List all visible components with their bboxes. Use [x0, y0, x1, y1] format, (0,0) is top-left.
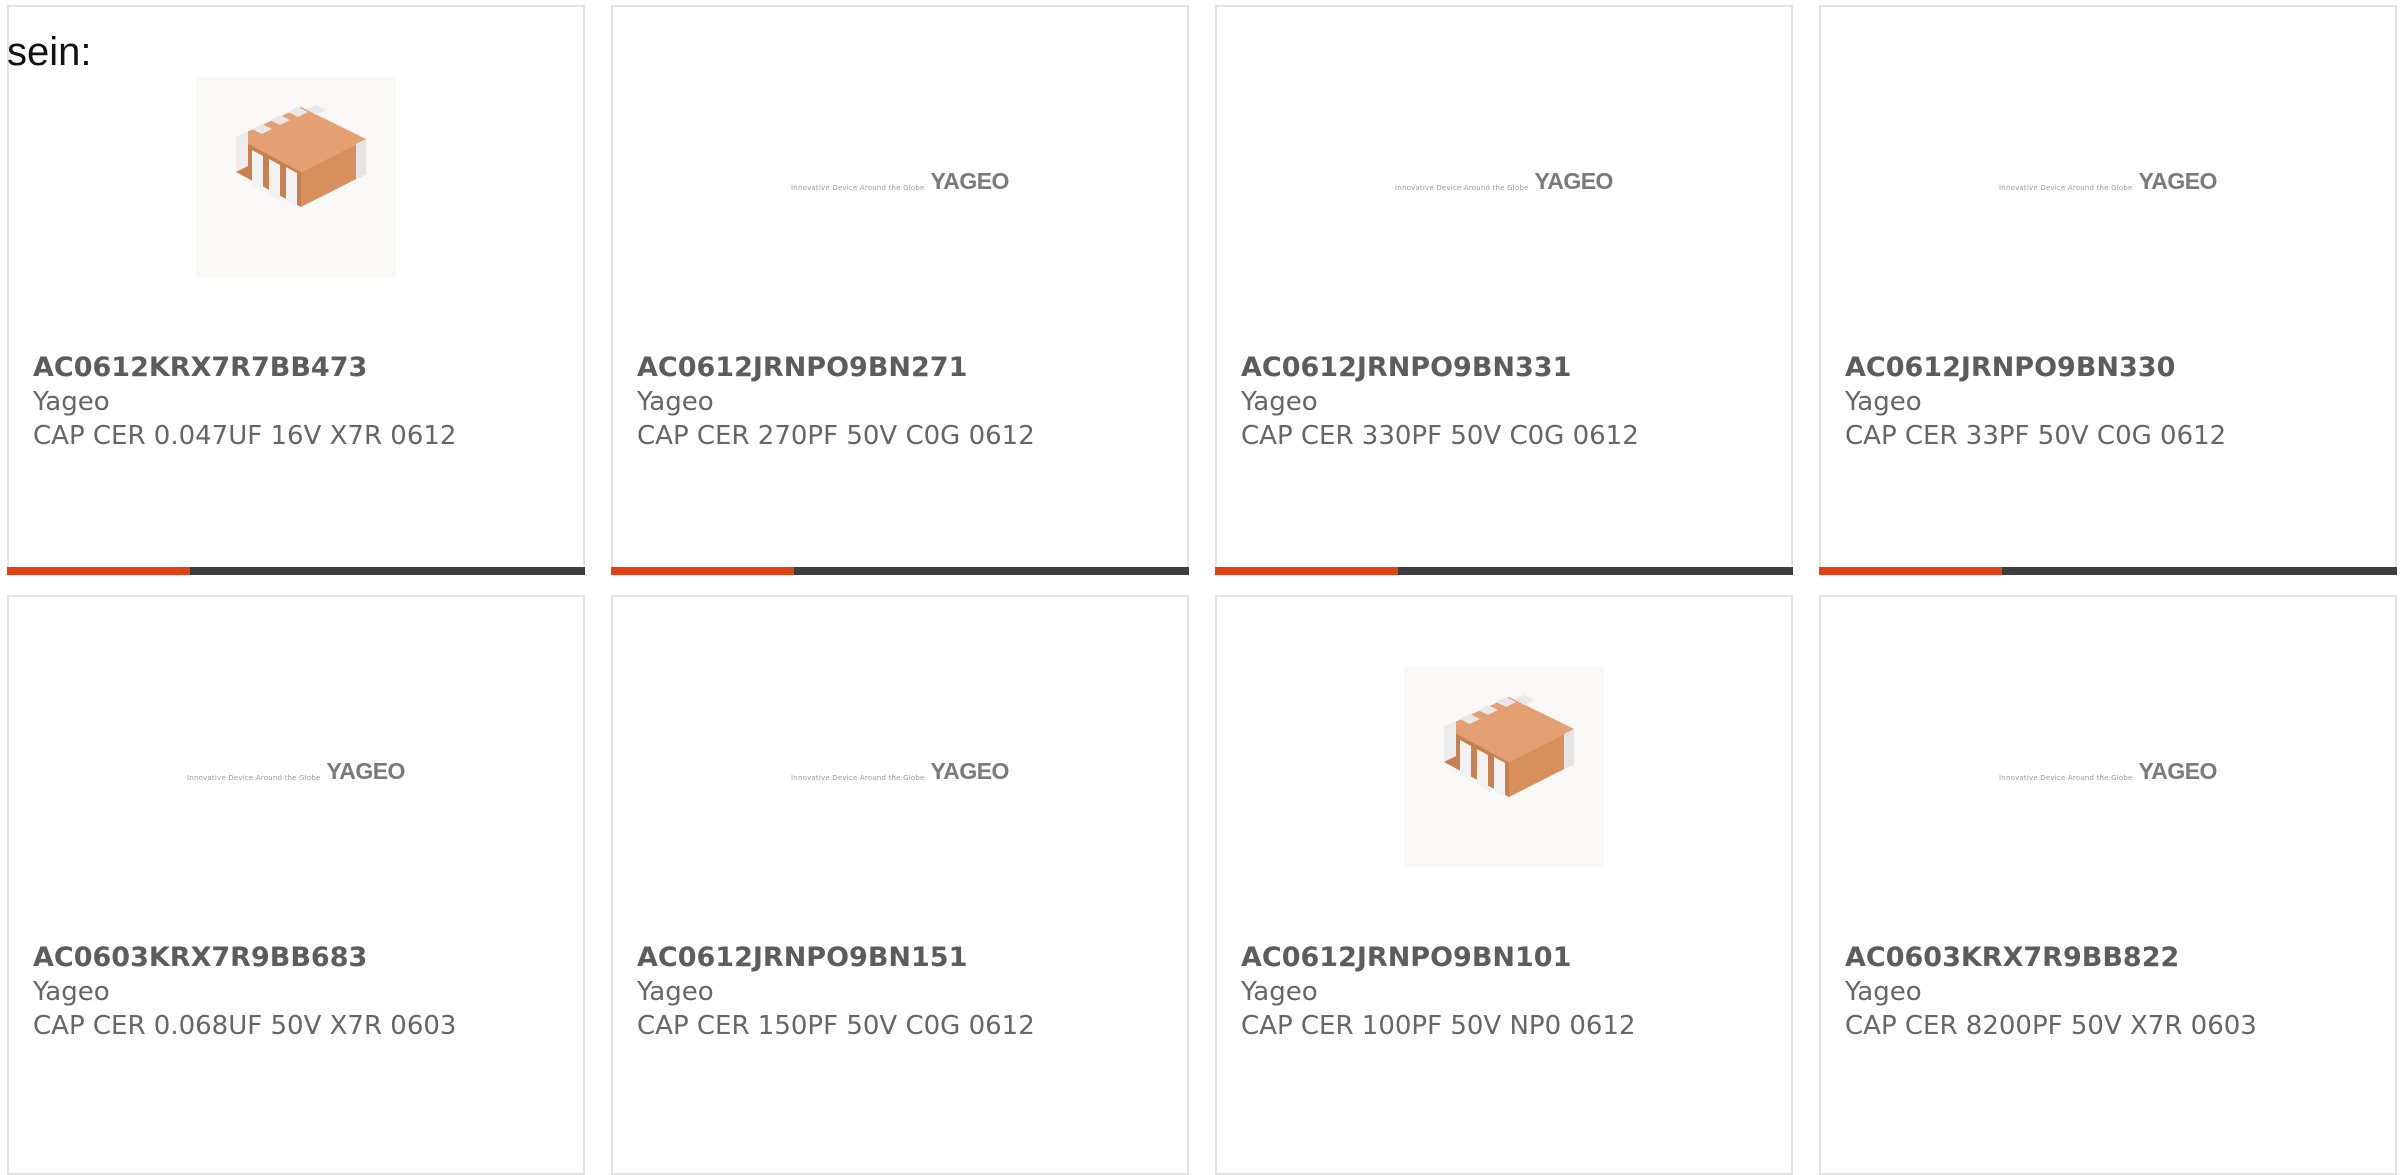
product-info: AC0612JRNPO9BN331 Yageo CAP CER 330PF 50…: [1241, 351, 1771, 453]
logo-tagline: Innovative Device Around the Globe: [1395, 183, 1529, 192]
part-number-link[interactable]: AC0612JRNPO9BN331: [1241, 351, 1771, 385]
part-number-link[interactable]: AC0612JRNPO9BN101: [1241, 941, 1771, 975]
product-card[interactable]: AC0612JRNPO9BN101 Yageo CAP CER 100PF 50…: [1215, 595, 1793, 1175]
product-image: [9, 7, 583, 347]
product-description: CAP CER 150PF 50V C0G 0612: [637, 1011, 1035, 1041]
card-accent-bar: [1819, 567, 2002, 575]
manufacturer-label: Yageo: [33, 977, 110, 1007]
product-card[interactable]: AC0612KRX7R7BB473 Yageo CAP CER 0.047UF …: [7, 5, 585, 575]
product-description: CAP CER 100PF 50V NP0 0612: [1241, 1011, 1636, 1041]
yageo-logo: Innovative Device Around the Globe YAGEO: [1395, 168, 1613, 195]
product-info: AC0612JRNPO9BN271 Yageo CAP CER 270PF 50…: [637, 351, 1167, 453]
product-info: AC0603KRX7R9BB683 Yageo CAP CER 0.068UF …: [33, 941, 563, 1043]
part-number-link[interactable]: AC0603KRX7R9BB683: [33, 941, 563, 975]
intro-text: sein:: [7, 30, 92, 74]
product-info: AC0612JRNPO9BN101 Yageo CAP CER 100PF 50…: [1241, 941, 1771, 1043]
product-image: Innovative Device Around the Globe YAGEO: [9, 597, 583, 937]
product-card[interactable]: Innovative Device Around the Globe YAGEO…: [611, 5, 1189, 575]
logo-brand: YAGEO: [1534, 167, 1613, 194]
part-number-link[interactable]: AC0612JRNPO9BN330: [1845, 351, 2375, 385]
product-description: CAP CER 0.047UF 16V X7R 0612: [33, 421, 457, 451]
product-image: Innovative Device Around the Globe YAGEO: [1217, 7, 1791, 347]
manufacturer-label: Yageo: [1845, 387, 1922, 417]
manufacturer-label: Yageo: [1845, 977, 1922, 1007]
product-card[interactable]: Innovative Device Around the Globe YAGEO…: [1819, 595, 2397, 1175]
manufacturer-label: Yageo: [1241, 387, 1318, 417]
logo-brand: YAGEO: [930, 167, 1009, 194]
yageo-logo: Innovative Device Around the Globe YAGEO: [187, 758, 405, 785]
product-card[interactable]: Innovative Device Around the Globe YAGEO…: [1819, 5, 2397, 575]
product-card[interactable]: Innovative Device Around the Globe YAGEO…: [7, 595, 585, 1175]
card-accent-bar: [611, 567, 794, 575]
chip-array-photo: [1404, 667, 1604, 867]
product-info: AC0603KRX7R9BB822 Yageo CAP CER 8200PF 5…: [1845, 941, 2375, 1043]
manufacturer-label: Yageo: [637, 387, 714, 417]
product-image: Innovative Device Around the Globe YAGEO: [613, 597, 1187, 937]
product-description: CAP CER 270PF 50V C0G 0612: [637, 421, 1035, 451]
yageo-logo: Innovative Device Around the Globe YAGEO: [1999, 758, 2217, 785]
logo-brand: YAGEO: [930, 757, 1009, 784]
yageo-logo: Innovative Device Around the Globe YAGEO: [791, 168, 1009, 195]
product-description: CAP CER 0.068UF 50V X7R 0603: [33, 1011, 457, 1041]
card-bottom-bar: [611, 567, 1189, 575]
part-number-link[interactable]: AC0612JRNPO9BN151: [637, 941, 1167, 975]
card-bottom-bar: [1215, 567, 1793, 575]
logo-brand: YAGEO: [326, 757, 405, 784]
part-number-link[interactable]: AC0612JRNPO9BN271: [637, 351, 1167, 385]
product-image: Innovative Device Around the Globe YAGEO: [1821, 7, 2395, 347]
logo-tagline: Innovative Device Around the Globe: [791, 773, 925, 782]
card-bottom-bar: [1819, 567, 2397, 575]
card-accent-bar: [1215, 567, 1398, 575]
product-grid: AC0612KRX7R7BB473 Yageo CAP CER 0.047UF …: [0, 0, 2400, 1175]
logo-brand: YAGEO: [2138, 167, 2217, 194]
chip-array-photo: [196, 77, 396, 277]
product-info: AC0612JRNPO9BN151 Yageo CAP CER 150PF 50…: [637, 941, 1167, 1043]
card-accent-bar: [7, 567, 190, 575]
manufacturer-label: Yageo: [637, 977, 714, 1007]
logo-tagline: Innovative Device Around the Globe: [187, 773, 321, 782]
part-number-link[interactable]: AC0612KRX7R7BB473: [33, 351, 563, 385]
product-image: [1217, 597, 1791, 937]
product-info: AC0612JRNPO9BN330 Yageo CAP CER 33PF 50V…: [1845, 351, 2375, 453]
product-image: Innovative Device Around the Globe YAGEO: [1821, 597, 2395, 937]
logo-tagline: Innovative Device Around the Globe: [791, 183, 925, 192]
yageo-logo: Innovative Device Around the Globe YAGEO: [791, 758, 1009, 785]
product-info: AC0612KRX7R7BB473 Yageo CAP CER 0.047UF …: [33, 351, 563, 453]
manufacturer-label: Yageo: [1241, 977, 1318, 1007]
part-number-link[interactable]: AC0603KRX7R9BB822: [1845, 941, 2375, 975]
product-description: CAP CER 33PF 50V C0G 0612: [1845, 421, 2227, 451]
logo-tagline: Innovative Device Around the Globe: [1999, 773, 2133, 782]
yageo-logo: Innovative Device Around the Globe YAGEO: [1999, 168, 2217, 195]
logo-tagline: Innovative Device Around the Globe: [1999, 183, 2133, 192]
manufacturer-label: Yageo: [33, 387, 110, 417]
product-image: Innovative Device Around the Globe YAGEO: [613, 7, 1187, 347]
product-description: CAP CER 330PF 50V C0G 0612: [1241, 421, 1639, 451]
product-description: CAP CER 8200PF 50V X7R 0603: [1845, 1011, 2257, 1041]
card-bottom-bar: [7, 567, 585, 575]
product-card[interactable]: Innovative Device Around the Globe YAGEO…: [611, 595, 1189, 1175]
logo-brand: YAGEO: [2138, 757, 2217, 784]
product-card[interactable]: Innovative Device Around the Globe YAGEO…: [1215, 5, 1793, 575]
